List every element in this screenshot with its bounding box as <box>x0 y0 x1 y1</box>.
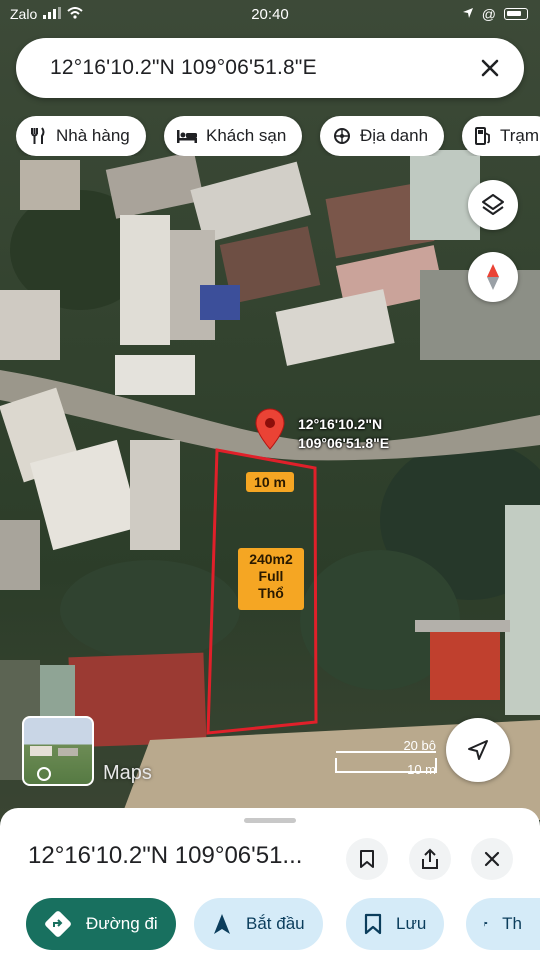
search-query[interactable]: 12°16'10.2"N 109°06'51.8"E <box>50 56 317 80</box>
flag-icon <box>484 921 488 927</box>
save-icon-button[interactable] <box>346 838 388 880</box>
landmark-icon <box>334 128 350 144</box>
directions-icon <box>45 911 71 937</box>
location-arrow-icon <box>462 6 474 22</box>
place-bottom-sheet[interactable]: 12°16'10.2"N 109°06'51... Đường đi Bắt đ… <box>0 808 540 960</box>
status-time: 20:40 <box>251 6 289 23</box>
layers-button[interactable] <box>468 180 518 230</box>
more-action-label: Th <box>502 914 522 933</box>
close-sheet-button[interactable] <box>471 838 513 880</box>
scale-bar: 20 bộ 10 m <box>336 738 436 780</box>
area-line3: Thổ <box>258 585 284 601</box>
navigation-arrow-icon <box>214 914 230 934</box>
bookmark-icon <box>360 850 374 868</box>
chip-label: Trạm <box>500 126 540 145</box>
area-line2: Full <box>258 568 284 584</box>
restaurant-icon <box>31 127 45 144</box>
close-icon <box>484 851 500 867</box>
width-annotation: 10 m <box>246 472 294 492</box>
pin-lat: 12°16'10.2"N <box>298 416 383 432</box>
chip-label: Nhà hàng <box>56 126 130 145</box>
bookmark-icon <box>364 913 382 935</box>
save-button[interactable]: Lưu <box>346 898 445 950</box>
place-title: 12°16'10.2"N 109°06'51... <box>28 842 303 869</box>
chip-restaurants[interactable]: Nhà hàng <box>16 116 146 156</box>
battery-icon <box>504 8 528 20</box>
maps-watermark: Maps <box>103 762 152 784</box>
layers-icon <box>482 194 504 215</box>
chip-hotels[interactable]: Khách sạn <box>164 116 303 156</box>
scale-metric: 10 m <box>407 762 436 777</box>
chip-gas-stations[interactable]: Trạm <box>462 116 540 156</box>
chip-landmarks[interactable]: Địa danh <box>320 116 445 156</box>
compass-button[interactable] <box>468 252 518 302</box>
hotel-icon <box>177 130 197 143</box>
gas-station-icon <box>475 127 490 145</box>
status-extra: @ <box>481 6 496 22</box>
chip-label: Địa danh <box>360 126 429 145</box>
share-icon <box>422 848 438 869</box>
chip-label: Khách sạn <box>206 126 287 145</box>
search-box[interactable]: 12°16'10.2"N 109°06'51.8"E <box>16 38 524 98</box>
scale-imperial: 20 bộ <box>403 738 436 753</box>
compass-icon <box>487 264 499 290</box>
start-button[interactable]: Bắt đầu <box>194 898 323 950</box>
start-label: Bắt đầu <box>246 914 305 933</box>
directions-label: Đường đi <box>86 914 158 933</box>
share-button[interactable] <box>409 838 451 880</box>
my-location-button[interactable] <box>446 718 510 782</box>
drag-handle[interactable] <box>244 818 296 823</box>
more-action-button[interactable]: Th <box>466 898 540 950</box>
area-annotation: 240m2 Full Thổ <box>238 548 304 610</box>
street-view-thumbnail[interactable] <box>22 716 94 786</box>
pin-lng: 109°06'51.8"E <box>298 435 390 451</box>
status-bar: Zalo 20:40 @ <box>0 0 540 30</box>
directions-button[interactable]: Đường đi <box>26 898 176 950</box>
location-pin-icon[interactable] <box>255 408 285 450</box>
area-value: 240m2 <box>249 551 293 567</box>
pin-label: 12°16'10.2"N 109°06'51.8"E <box>298 415 389 453</box>
rotate-360-icon <box>37 767 51 781</box>
category-chips: Nhà hàng Khách sạn Địa danh Trạm <box>16 116 540 156</box>
close-icon[interactable] <box>474 52 506 84</box>
navigation-arrow-icon <box>468 740 488 760</box>
save-label: Lưu <box>396 914 427 933</box>
